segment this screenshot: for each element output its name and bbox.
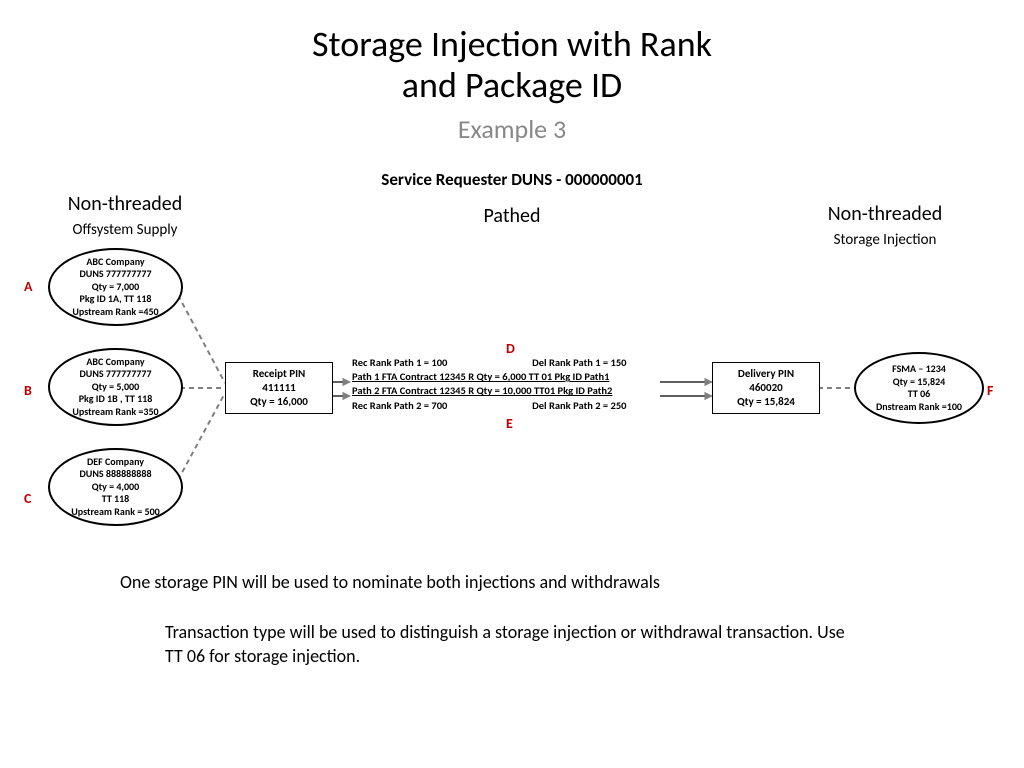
path-details: Rec Rank Path 1 = 100 Del Rank Path 1 = … (352, 356, 672, 413)
letter-f: F (987, 382, 993, 399)
node-abc-b: ABC Company DUNS 777777777 Qty = 5,000 P… (48, 348, 183, 426)
page-title: Storage Injection with Rank and Package … (0, 0, 1024, 107)
left-column-header: Non-threaded Offsystem Supply (40, 192, 210, 240)
node-def-c: DEF Company DUNS 888888888 Qty = 4,000 T… (48, 448, 183, 526)
node-delivery-pin: Delivery PIN 460020 Qty = 15,824 (712, 362, 820, 414)
letter-e: E (506, 415, 513, 432)
note-storage-pin: One storage PIN will be used to nominate… (120, 570, 900, 594)
letter-b: B (24, 382, 32, 399)
service-requester-label: Service Requester DUNS - 000000001 (0, 169, 1024, 190)
letter-a: A (24, 278, 32, 295)
note-transaction-type: Transaction type will be used to disting… (165, 620, 845, 669)
page-subtitle: Example 3 (0, 113, 1024, 145)
node-abc-a: ABC Company DUNS 777777777 Qty = 7,000 P… (48, 248, 183, 326)
node-fsma: FSMA – 1234 Qty = 15,824 TT 06 Dnstream … (854, 352, 984, 424)
right-column-header: Non-threaded Storage Injection (800, 202, 970, 250)
letter-c: C (24, 490, 31, 507)
node-receipt-pin: Receipt PIN 411111 Qty = 16,000 (225, 362, 333, 414)
letter-d: D (506, 340, 515, 357)
